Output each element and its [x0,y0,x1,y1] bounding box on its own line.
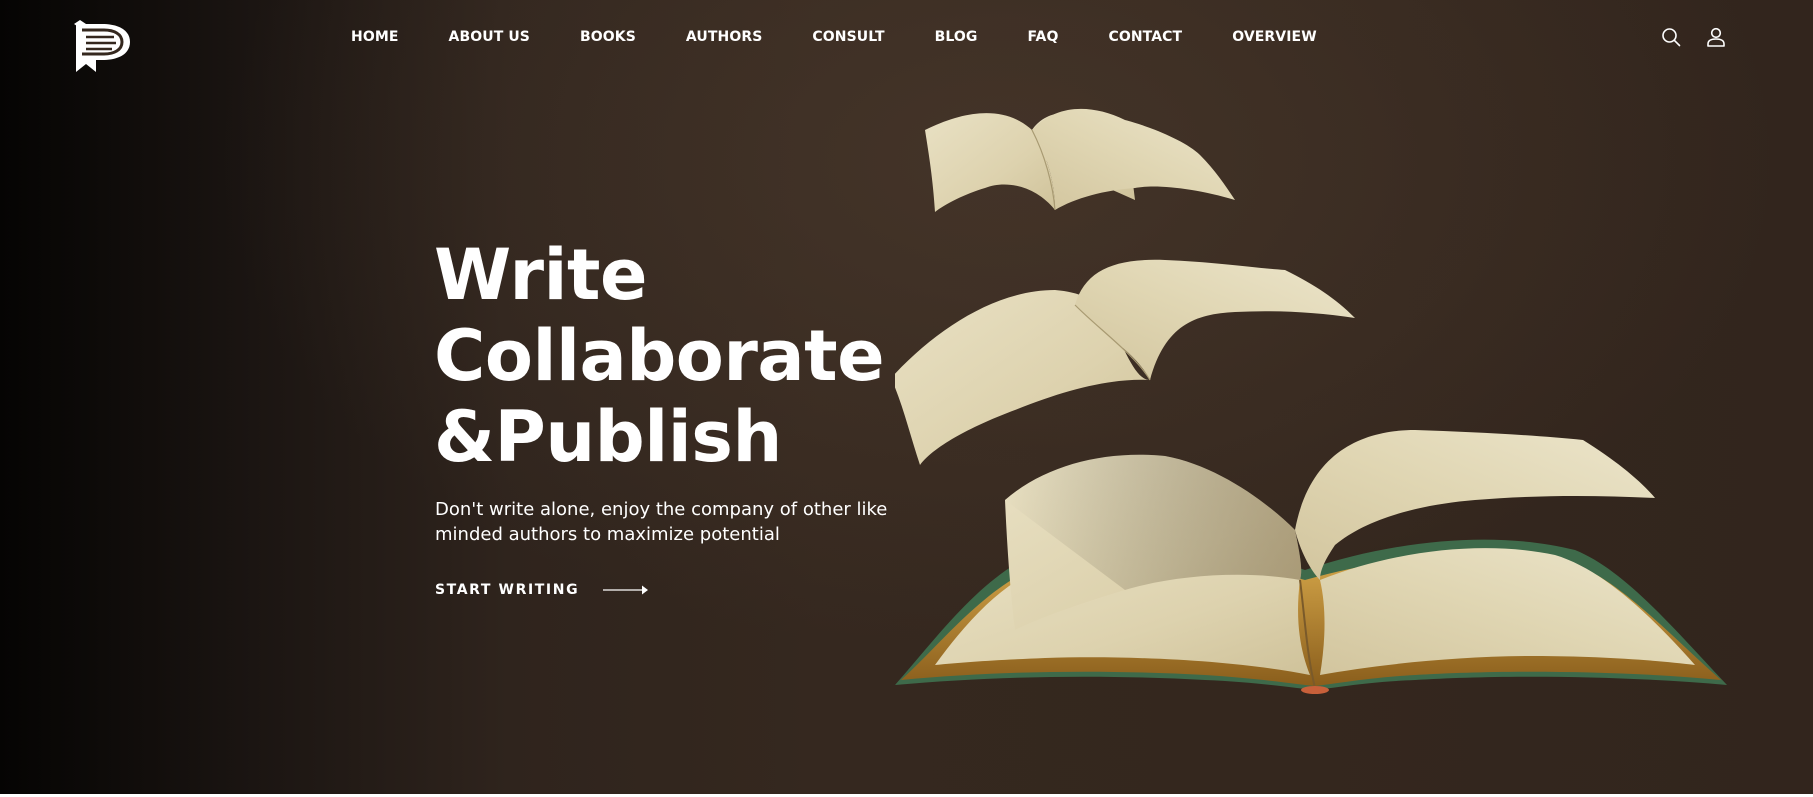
headline-line: Write [434,234,647,316]
bookmark-p-logo [74,20,130,72]
nav-blog[interactable]: BLOG [935,29,978,45]
nav-authors[interactable]: AUTHORS [686,29,763,45]
site-logo[interactable] [74,18,136,72]
nav-overview[interactable]: OVERVIEW [1232,29,1317,45]
hero-headline: Write Collaborate &Publish [434,234,885,478]
headline-line: &Publish [434,396,782,478]
open-books-illustration [895,108,1727,694]
flying-page-middle [895,259,1355,465]
nav-faq[interactable]: FAQ [1027,29,1058,45]
nav-books[interactable]: BOOKS [580,29,636,45]
main-nav: HOME ABOUT US BOOKS AUTHORS CONSULT BLOG… [351,26,1317,48]
start-writing-button[interactable]: START WRITING [435,582,649,598]
flying-page-top [925,108,1235,212]
arrow-right-icon [603,585,649,595]
nav-consult[interactable]: CONSULT [812,29,884,45]
hero-subtext: Don't write alone, enjoy the company of … [435,499,888,545]
headline-line: Collaborate [434,315,885,397]
user-icon[interactable] [1705,26,1727,48]
nav-about-us[interactable]: ABOUT US [449,29,530,45]
open-book [895,430,1727,694]
search-icon[interactable] [1660,26,1682,48]
header-actions [1637,26,1727,48]
nav-contact[interactable]: CONTACT [1108,29,1182,45]
nav-home[interactable]: HOME [351,29,399,45]
cta-label: START WRITING [435,582,580,598]
